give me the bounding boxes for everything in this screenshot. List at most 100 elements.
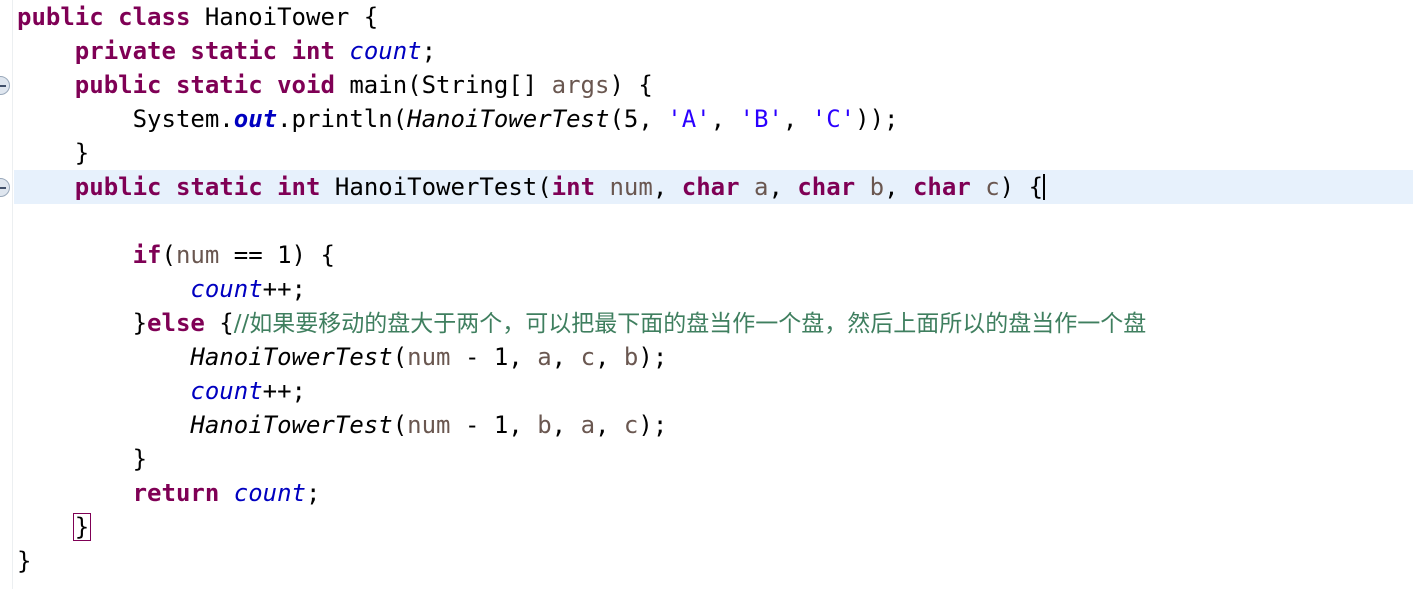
code-token: c [985,173,1000,201]
code-line-content: count++; [14,374,306,408]
code-token: else [147,309,205,337]
code-line[interactable]: } [14,442,1413,476]
code-line[interactable]: System.out.println(HanoiTowerTest(5, 'A'… [14,102,1413,136]
code-token: ( [161,241,176,269]
code-token: , [652,173,682,201]
code-token: - 1, [450,411,538,439]
code-token: , [595,343,624,371]
code-token: (5, [609,105,668,133]
code-token: b [623,343,639,371]
code-token: ++; [262,377,306,405]
code-token: System. [132,105,234,133]
code-token: ( [392,343,408,371]
code-line-content: public class HanoiTower { [14,0,378,34]
editor-fold-gutter[interactable] [0,0,13,589]
code-token: } [17,309,148,337]
code-token: } [17,547,32,575]
code-line[interactable]: if(num == 1) { [14,238,1413,272]
code-token: ++; [262,275,306,303]
code-line-content: count++; [14,272,306,306]
code-token: num [609,173,653,201]
code-token: int [277,173,321,201]
code-token: count [190,275,263,303]
code-token: a [580,411,596,439]
code-token: public [17,3,104,31]
code-token: count [190,377,263,405]
code-token: .println( [277,105,408,133]
code-line[interactable]: private static int count; [14,34,1413,68]
code-token: public [74,173,162,201]
code-token: { [204,309,234,337]
code-line[interactable]: public static void main(String[] args) { [14,68,1413,102]
code-line-content: } [14,136,89,170]
code-token: 'A' [667,105,711,133]
fold-collapse-icon[interactable] [0,178,10,197]
code-line[interactable]: } [14,510,1413,544]
code-token: HanoiTowerTest [407,105,610,133]
code-token: == 1) { [219,241,335,269]
code-token: args [551,71,610,99]
code-token: private [74,37,176,65]
code-token: static [175,71,263,99]
code-token: ( [392,411,408,439]
code-token: ) { [999,173,1044,201]
code-token: void [277,71,335,99]
code-line[interactable]: } [14,136,1413,170]
code-line-content: } [14,544,31,578]
code-line-content: } [14,510,92,544]
code-line[interactable]: } [14,544,1413,578]
code-token: ; [306,479,321,507]
code-token: int [291,37,335,65]
code-token: } [17,139,90,167]
code-line[interactable] [14,204,1413,238]
code-line[interactable]: return count; [14,476,1413,510]
code-token: , [884,173,913,201]
code-token: HanoiTower [204,3,350,31]
code-token: static [190,37,278,65]
code-token: int [551,173,596,201]
code-line-content: HanoiTowerTest(num - 1, a, c, b); [14,340,667,374]
code-line[interactable]: }else {//如果要移动的盘大于两个，可以把最下面的盘当作一个盘，然后上面所… [14,306,1413,340]
code-line-content: }else {//如果要移动的盘大于两个，可以把最下面的盘当作一个盘，然后上面所… [14,306,1147,341]
code-token: , [551,411,581,439]
code-token: b [537,411,552,439]
code-line[interactable]: HanoiTowerTest(num - 1, a, c, b); [14,340,1413,374]
code-line[interactable]: count++; [14,374,1413,408]
editor-code-area[interactable]: public class HanoiTower { private static… [14,0,1413,589]
code-token: //如果要移动的盘大于两个，可以把最下面的盘当作一个盘，然后上面所以的盘当作一个… [233,311,1147,337]
code-token: , [595,411,624,439]
code-token: ); [638,411,668,439]
code-token: , [710,105,740,133]
code-editor[interactable]: public class HanoiTower { private static… [0,0,1413,589]
code-token: char [797,173,856,201]
code-token: num [407,343,451,371]
fold-collapse-icon[interactable] [0,76,10,95]
code-token: ; [421,37,437,65]
code-line-content: return count; [14,476,321,510]
code-line[interactable]: public class HanoiTower { [14,0,1413,34]
code-line[interactable]: HanoiTowerTest(num - 1, b, a, c); [14,408,1413,442]
code-line[interactable]: public static int HanoiTowerTest(int num… [14,170,1413,204]
code-line-content: private static int count; [14,34,436,68]
code-token: - 1, [450,343,538,371]
code-token: class [118,3,191,31]
code-token: } [17,445,148,473]
code-line[interactable]: count++; [14,272,1413,306]
